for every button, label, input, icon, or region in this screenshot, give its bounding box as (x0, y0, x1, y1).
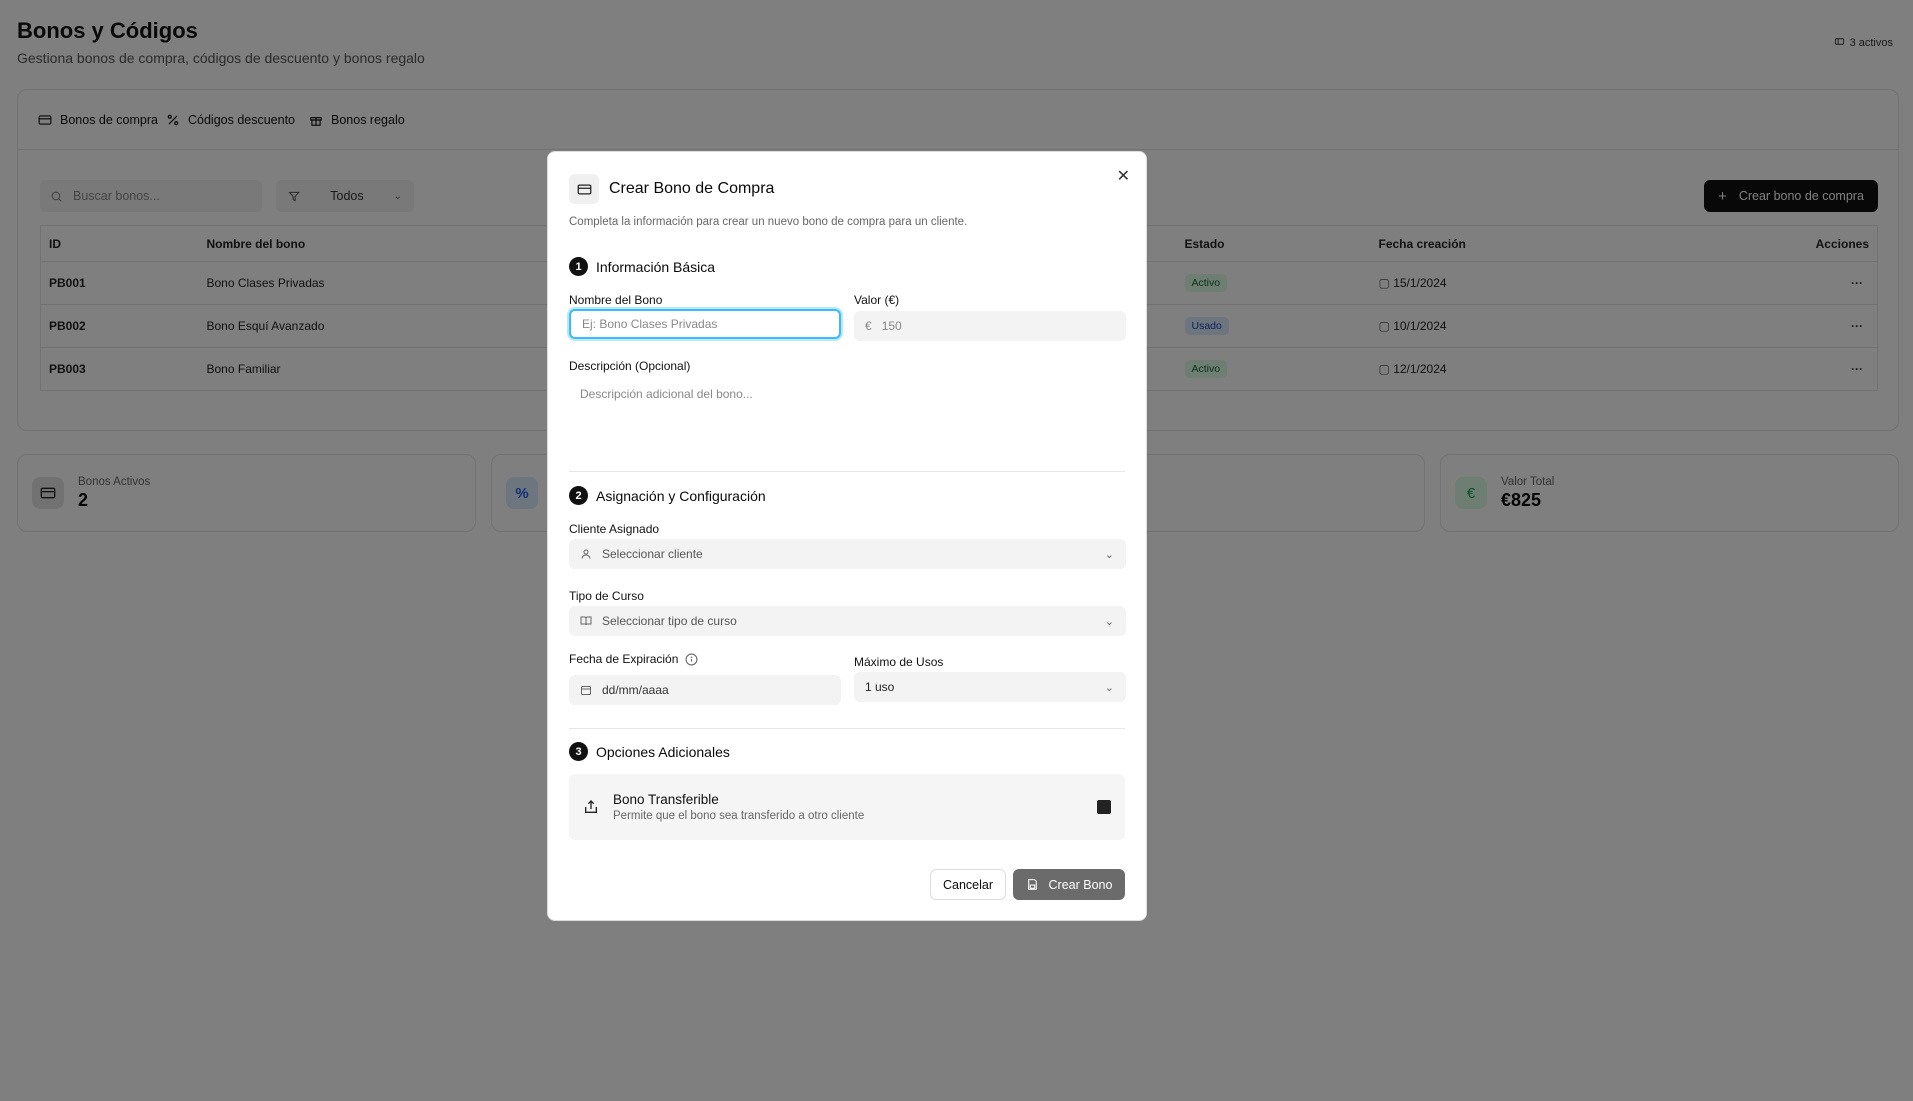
value-label: Valor (€) (854, 293, 900, 307)
value-placeholder: 150 (881, 319, 902, 333)
save-icon (1027, 879, 1037, 890)
course-select[interactable]: Seleccionar tipo de curso ⌄ (569, 606, 1126, 636)
close-icon[interactable]: ✕ (1117, 166, 1130, 186)
user-icon (581, 549, 591, 559)
client-select[interactable]: Seleccionar cliente ⌄ (569, 539, 1126, 569)
section-number: 3 (569, 742, 588, 761)
credit-card-icon (569, 174, 599, 204)
section-title: Información Básica (596, 258, 716, 275)
course-label: Tipo de Curso (569, 589, 644, 603)
section-number: 2 (569, 486, 588, 505)
max-uses-select[interactable]: 1 uso ⌄ (854, 672, 1126, 702)
book-icon (580, 616, 592, 626)
dialog-header: Crear Bono de Compra (569, 174, 1125, 204)
cancel-button[interactable]: Cancelar (930, 869, 1006, 900)
name-placeholder: Ej: Bono Clases Privadas (582, 317, 718, 331)
section-assignment: 2 Asignación y Configuración (569, 486, 766, 505)
transfer-description: Permite que el bono sea transferido a ot… (613, 810, 865, 822)
max-uses-value: 1 uso (865, 680, 895, 694)
max-uses-label: Máximo de Usos (854, 655, 944, 669)
section-basic-info: 1 Información Básica (569, 257, 715, 276)
dialog-title: Crear Bono de Compra (609, 180, 775, 197)
name-input[interactable]: Ej: Bono Clases Privadas (569, 309, 841, 339)
client-label: Cliente Asignado (569, 522, 660, 536)
desc-label: Descripción (Opcional) (569, 359, 691, 373)
create-bono-submit-button[interactable]: Crear Bono (1013, 869, 1125, 900)
description-textarea[interactable]: Descripción adicional del bono... (569, 377, 1126, 445)
transferable-checkbox[interactable] (1097, 800, 1111, 814)
chevron-down-icon: ⌄ (1104, 615, 1114, 628)
create-bono-dialog: ✕ Crear Bono de Compra Completa la infor… (547, 151, 1147, 921)
euro-icon: € (865, 319, 872, 333)
calendar-icon (581, 686, 591, 695)
chevron-down-icon: ⌄ (1104, 548, 1114, 561)
section-title: Opciones Adicionales (596, 743, 730, 760)
value-input[interactable]: € 150 (854, 311, 1126, 341)
chevron-down-icon: ⌄ (1104, 681, 1114, 694)
divider (569, 471, 1125, 472)
course-placeholder: Seleccionar tipo de curso (602, 614, 737, 628)
share-icon (585, 800, 597, 813)
expiry-label: Fecha de Expiración (569, 652, 679, 666)
transferable-option: Bono Transferible Permite que el bono se… (569, 774, 1125, 840)
name-label: Nombre del Bono (569, 293, 663, 307)
divider (569, 728, 1125, 729)
expiry-label-group: Fecha de Expiración (569, 652, 698, 666)
desc-placeholder: Descripción adicional del bono... (580, 387, 753, 401)
expiry-placeholder: dd/mm/aaaa (602, 683, 669, 697)
create-bono-submit-label: Crear Bono (1048, 877, 1113, 892)
transfer-title: Bono Transferible (613, 792, 719, 807)
section-number: 1 (569, 257, 588, 276)
info-icon[interactable] (685, 653, 698, 666)
section-title: Asignación y Configuración (596, 487, 766, 504)
expiry-date-input[interactable]: dd/mm/aaaa (569, 675, 841, 705)
section-options: 3 Opciones Adicionales (569, 742, 730, 761)
dialog-description: Completa la información para crear un nu… (569, 216, 968, 228)
client-placeholder: Seleccionar cliente (602, 547, 703, 561)
